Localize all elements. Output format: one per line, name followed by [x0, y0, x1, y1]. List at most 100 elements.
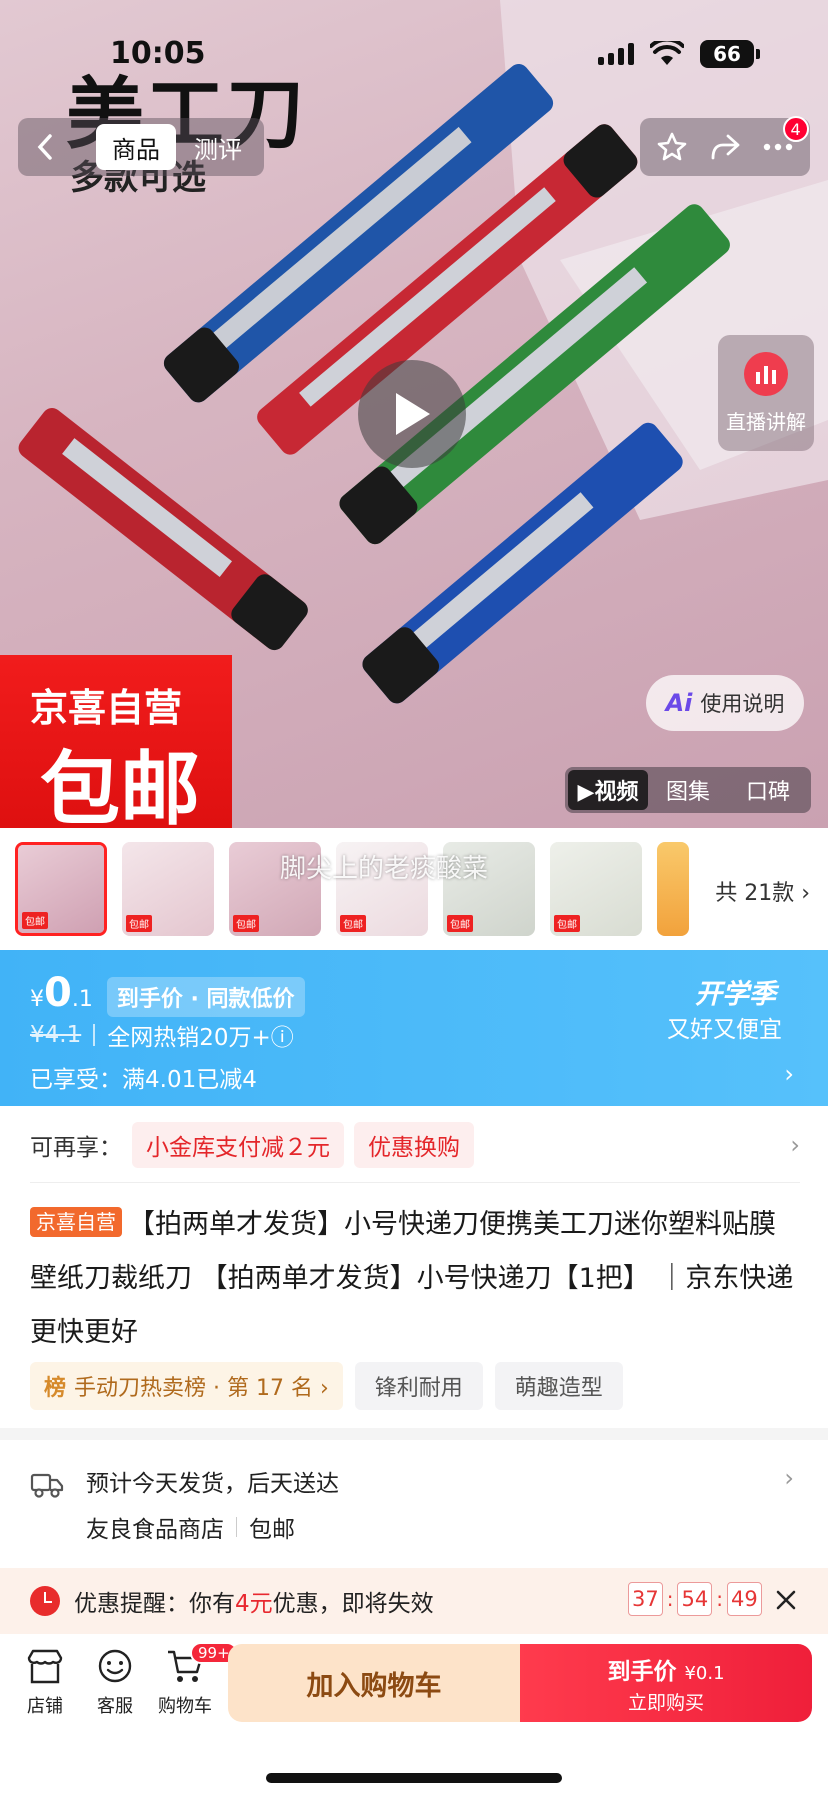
wifi-icon	[650, 41, 684, 65]
total-variants-link[interactable]: 共 21款 ›	[715, 875, 810, 907]
chat-face-icon	[98, 1649, 132, 1683]
feature-chip[interactable]: 萌趣造型	[494, 1362, 623, 1410]
ai-icon: Ai	[665, 689, 693, 717]
tab-video[interactable]: ▶视频	[568, 770, 648, 810]
reminder-text: 优惠提醒：你有4元优惠，即将失效	[74, 1591, 434, 1617]
feature-chip[interactable]: 锋利耐用	[354, 1362, 483, 1410]
delivery-card[interactable]: 预计今天发货，后天送达 友良食品商店 包邮 ›	[0, 1440, 828, 1570]
original-price: ¥4.1	[30, 1022, 82, 1048]
home-indicator	[266, 1773, 562, 1783]
truck-icon	[30, 1473, 64, 1498]
star-icon	[658, 132, 687, 161]
buy-now-label: 立即购买	[627, 1691, 704, 1714]
discount-reminder: 优惠提醒：你有4元优惠，即将失效 37 : 54 : 49	[0, 1568, 828, 1634]
share-button[interactable]	[702, 124, 748, 170]
media-tabs: ▶视频 图集 口碑	[565, 767, 811, 813]
price-currency: ¥	[30, 987, 44, 1012]
coupon-chip-exchange[interactable]: 优惠换购	[354, 1122, 474, 1168]
coupon-chip-wallet[interactable]: 小金库支付减２元	[132, 1122, 344, 1168]
countdown-timer: 37 : 54 : 49	[628, 1582, 762, 1616]
add-to-cart-button[interactable]: 加入购物车	[228, 1644, 520, 1722]
tab-goods[interactable]: 商品	[96, 124, 176, 170]
variant-thumb[interactable]	[657, 842, 689, 936]
service-button[interactable]: 客服	[80, 1648, 150, 1718]
play-video-button[interactable]	[358, 360, 466, 468]
top-nav: 商品 测评	[18, 118, 264, 176]
signal-icon	[598, 43, 634, 65]
ai-guide-label: 使用说明	[700, 692, 785, 716]
cart-label: 购物车	[158, 1696, 212, 1717]
service-label: 客服	[97, 1696, 133, 1717]
live-explain-button[interactable]: 直播讲解	[718, 335, 814, 451]
store-icon	[27, 1649, 63, 1684]
live-bars-icon	[744, 351, 788, 396]
shop-label: 店铺	[27, 1696, 63, 1717]
divider	[236, 1517, 237, 1537]
chevron-left-icon	[37, 134, 52, 160]
close-icon[interactable]	[770, 1584, 802, 1616]
price-tag: 到手价 · 同款低价	[106, 977, 305, 1017]
more-button[interactable]: 4	[755, 116, 809, 170]
divider	[30, 1182, 800, 1183]
coupon-label: 可再享：	[30, 1135, 122, 1161]
promo-badge: 京喜自营 包邮	[0, 655, 232, 828]
price-integer: 0	[44, 970, 72, 1016]
variant-thumb[interactable]: 包邮	[122, 842, 214, 936]
product-hero-image[interactable]: 10:05 66 美工刀 多款可选 商品 测评 4 直播讲解 京喜自营 包邮 A…	[0, 0, 828, 828]
variant-thumbnails: 包邮 包邮 包邮 包邮 包邮 包邮	[0, 828, 828, 950]
product-title: 京喜自营 【拍两单才发货】小号快递刀便携美工刀迷你塑料贴膜壁纸刀裁纸刀 【拍两单才…	[30, 1198, 800, 1360]
buy-price-row: 到手价 ¥0.1	[607, 1652, 724, 1686]
favorite-button[interactable]	[649, 124, 695, 170]
shop-button[interactable]: 店铺	[10, 1648, 80, 1718]
tab-reviews[interactable]: 口碑	[728, 770, 808, 810]
applied-discount: 已享受：满4.01已减4	[30, 1067, 257, 1093]
variant-thumb[interactable]: 包邮	[15, 842, 107, 936]
status-icons: 66	[598, 40, 760, 68]
season-subtitle: 又好又便宜	[667, 1017, 782, 1043]
product-title-text: 【拍两单才发货】小号快递刀便携美工刀迷你塑料贴膜壁纸刀裁纸刀 【拍两单才发货】小…	[30, 1209, 794, 1348]
more-icon	[763, 143, 792, 151]
buy-now-button[interactable]: 到手价 ¥0.1 立即购买	[520, 1644, 812, 1722]
self-operated-tag: 京喜自营	[30, 1207, 122, 1237]
tab-gallery[interactable]: 图集	[648, 770, 728, 810]
buy-price: ¥0.1	[684, 1662, 725, 1684]
notification-badge: 4	[782, 116, 809, 142]
chevron-right-icon: ›	[790, 1131, 800, 1159]
promo-free-shipping: 包邮	[40, 743, 200, 828]
sales-count: 全网热销20万+ⓘ	[107, 1025, 294, 1051]
rank-text: 手动刀热卖榜 · 第 17 名 ›	[74, 1376, 329, 1401]
divider	[93, 1024, 96, 1046]
video-watermark: 脚尖上的老痰酸菜	[280, 854, 489, 884]
battery-icon: 66	[700, 40, 760, 68]
season-title: 开学季	[695, 979, 776, 1010]
price-banner[interactable]: ¥ 0 .1 到手价 · 同款低价 ¥4.1 全网热销20万+ⓘ 已享受：满4.…	[0, 950, 828, 1106]
play-icon	[396, 393, 430, 435]
bottom-action-bar: 店铺 客服 购物车 99+ 加入购物车 到手价 ¥0.1 立即购买	[0, 1634, 828, 1795]
back-button[interactable]	[18, 118, 72, 176]
promo-self-operated: 京喜自营	[30, 686, 183, 730]
rank-chip[interactable]: 榜 手动刀热卖榜 · 第 17 名 ›	[30, 1362, 343, 1410]
live-explain-label: 直播讲解	[726, 409, 806, 434]
cart-button[interactable]: 购物车 99+	[150, 1642, 238, 1718]
countdown-hours: 37	[628, 1582, 663, 1616]
shop-name: 友良食品商店	[86, 1517, 224, 1543]
price-row: ¥ 0 .1 到手价 · 同款低价	[30, 970, 305, 1017]
product-info-card: 可再享： 小金库支付减２元 优惠换购 › 京喜自营 【拍两单才发货】小号快递刀便携…	[0, 1106, 828, 1428]
delivery-estimate: 预计今天发货，后天送达	[86, 1471, 339, 1497]
share-icon	[711, 134, 740, 160]
original-price-row: ¥4.1 全网热销20万+ⓘ	[30, 1018, 294, 1052]
price-decimal: .1	[71, 987, 93, 1012]
variant-thumb[interactable]: 包邮	[550, 842, 642, 936]
buy-price-label: 到手价	[607, 1658, 677, 1685]
countdown-seconds: 49	[726, 1582, 762, 1616]
chevron-right-icon: ›	[784, 1060, 794, 1088]
top-actions: 4	[640, 116, 810, 176]
tab-review[interactable]: 测评	[194, 130, 242, 165]
ai-guide-button[interactable]: Ai 使用说明	[646, 675, 804, 731]
reminder-amount: 4元	[235, 1591, 273, 1617]
shop-shipping-row: 友良食品商店 包邮	[86, 1510, 295, 1544]
coupon-row[interactable]: 可再享： 小金库支付减２元 优惠换购 ›	[30, 1118, 800, 1172]
product-tags: 榜 手动刀热卖榜 · 第 17 名 › 锋利耐用 萌趣造型	[30, 1362, 623, 1410]
clock-icon	[30, 1586, 60, 1616]
shipping-info: 包邮	[249, 1517, 295, 1543]
